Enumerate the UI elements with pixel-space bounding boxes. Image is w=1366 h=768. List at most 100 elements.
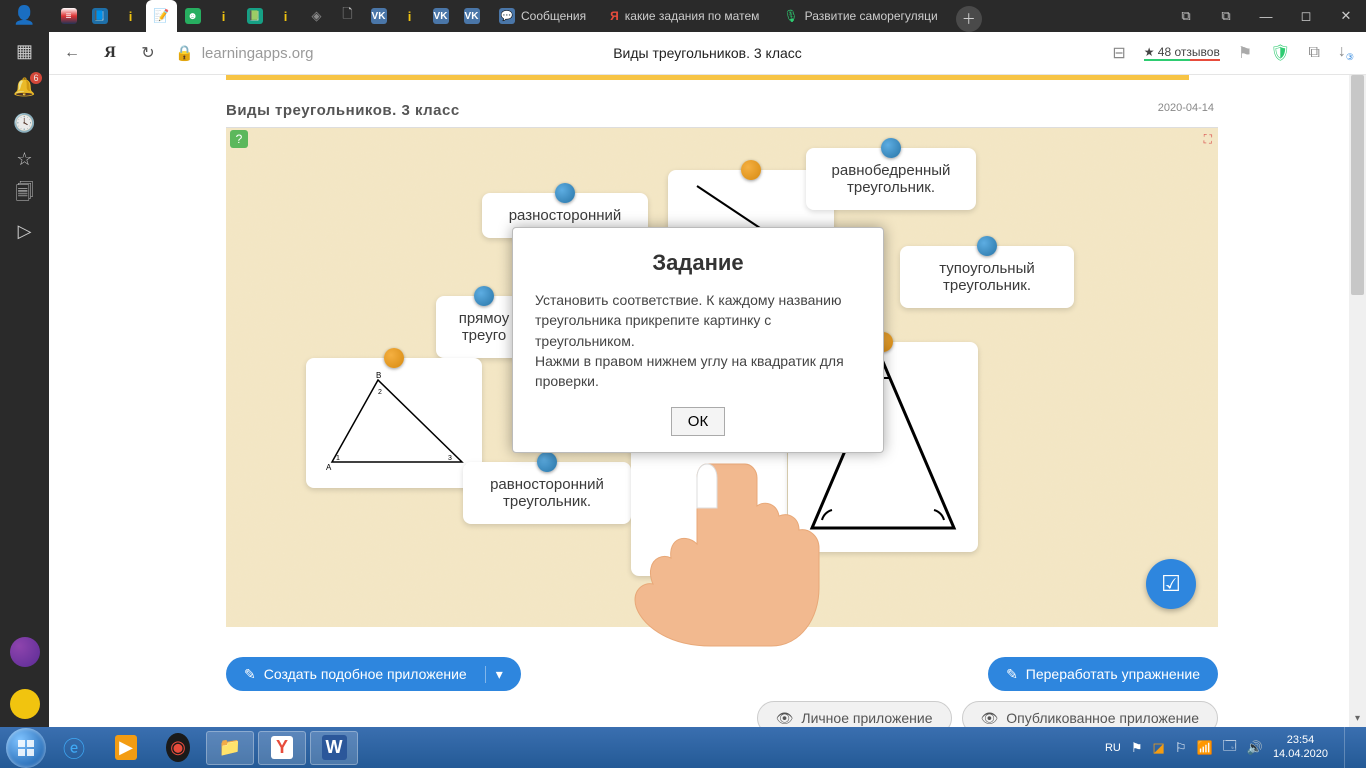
card-tupougolniy[interactable]: тупоугольный треугольник. (900, 246, 1074, 308)
tab-active[interactable]: 📝 (146, 0, 177, 32)
tab-fav-13[interactable]: VK (425, 0, 456, 32)
taskbar-media[interactable]: ▶ (102, 731, 150, 765)
window-panels-icon[interactable]: ⧉ (1166, 0, 1206, 32)
fullscreen-icon[interactable]: ⛶ (1204, 132, 1212, 147)
task-modal: Задание Установить соответствие. К каждо… (512, 227, 884, 453)
lock-icon: 🔒 (175, 44, 194, 62)
tab-fav-8[interactable]: i (270, 0, 301, 32)
tab-yandex-search[interactable]: Якакие задания по матем (598, 0, 771, 32)
tray-battery-icon[interactable]: 🗔 (1223, 737, 1237, 759)
pin-icon (474, 286, 494, 306)
pin-icon (537, 452, 557, 472)
card-triangle-left[interactable]: BAC123 (306, 358, 482, 488)
page-title: Виды треугольников. 3 класс (613, 45, 802, 61)
tray-action-icon[interactable]: ⚐ (1175, 740, 1187, 756)
tray-flag-icon[interactable]: ⚑ (1131, 740, 1143, 756)
star-icon[interactable]: ☆ (14, 148, 36, 170)
new-tab-button[interactable]: ＋ (956, 6, 982, 32)
modal-ok-button[interactable]: ОК (671, 407, 725, 436)
back-button[interactable]: ← (61, 42, 83, 64)
url-bar: ← Я ↻ 🔒 learningapps.org Виды треугольни… (49, 32, 1366, 75)
profile-icon[interactable]: 👤 (14, 4, 36, 26)
tab-fav-9[interactable]: ◈ (301, 0, 332, 32)
show-desktop-button[interactable] (1344, 727, 1356, 768)
yandex-icon[interactable] (10, 689, 40, 719)
tab-fav-2[interactable]: 📘 (84, 0, 115, 32)
shield-icon[interactable]: 🛡 (1270, 43, 1290, 63)
tray-lang[interactable]: RU (1105, 742, 1121, 754)
pin-icon (555, 183, 575, 203)
svg-text:2: 2 (378, 389, 382, 396)
card-ravnostoronniy[interactable]: равносторонний треугольник. (463, 462, 631, 524)
tab-messages[interactable]: 💬Сообщения (487, 0, 598, 32)
tab-fav-12[interactable]: i (394, 0, 425, 32)
edit-icon: ✎ (244, 666, 256, 683)
card-ravnobedrenniy[interactable]: равнобедренный треугольник. (806, 148, 976, 210)
tray-volume-icon[interactable]: 🔊 (1247, 740, 1263, 756)
translate-icon[interactable]: ⊟ (1112, 43, 1125, 63)
taskbar-explorer[interactable]: 📁 (206, 731, 254, 765)
create-similar-button[interactable]: ✎ Создать подобное приложение ▾ (226, 657, 521, 691)
tab-fav-7[interactable]: 📗 (239, 0, 270, 32)
tab-fav-6[interactable]: i (208, 0, 239, 32)
alice-icon[interactable] (10, 637, 40, 667)
taskbar-word[interactable]: W (310, 731, 358, 765)
help-icon[interactable]: ? (230, 130, 248, 148)
app-sidebar: 👤 ▦ 🔔6 🕓 ☆ 🗐 ▷ (0, 0, 49, 727)
tray-clock[interactable]: 23:54 14.04.2020 (1273, 734, 1328, 762)
tab-article[interactable]: 🎙Развитие саморегуляци (771, 0, 949, 32)
private-app-button[interactable]: 👁 Личное приложение (757, 701, 952, 727)
public-app-button[interactable]: 👁 Опубликованное приложение (962, 701, 1218, 727)
url-text: learningapps.org (202, 45, 314, 62)
extensions-icon[interactable]: ⧉ (1308, 44, 1319, 62)
page-content: Виды треугольников. 3 класс 2020-04-14 ?… (49, 75, 1366, 727)
game-canvas[interactable]: ? ⛶ разносторонний равнобедренный треуго… (226, 127, 1218, 627)
bookmark-icon[interactable]: ⚑ (1238, 43, 1252, 63)
action-bar: ✎ Создать подобное приложение ▾ ✎ Перера… (226, 657, 1218, 727)
scrollbar-thumb[interactable] (1351, 75, 1364, 295)
grid-icon[interactable]: ▦ (14, 40, 36, 62)
window-minimize-icon[interactable]: — (1246, 0, 1286, 32)
tab-fav-10[interactable]: 🗋 (332, 0, 363, 32)
tray-network-icon[interactable]: 📶 (1196, 740, 1212, 756)
svg-text:3: 3 (448, 455, 452, 462)
tab-fav-11[interactable]: VK (363, 0, 394, 32)
tab-fav-14[interactable]: VK (456, 0, 487, 32)
bell-icon[interactable]: 🔔6 (14, 76, 36, 98)
tab-fav-3[interactable]: i (115, 0, 146, 32)
rework-button[interactable]: ✎ Переработать упражнение (988, 657, 1218, 691)
play-icon[interactable]: ▷ (14, 220, 36, 242)
window-close-icon[interactable]: ✕ (1326, 0, 1366, 32)
tab-fav-1[interactable]: ≡ (53, 0, 84, 32)
start-button[interactable] (6, 728, 46, 768)
collections-icon[interactable]: 🗐 (14, 184, 36, 206)
downloads-icon[interactable]: ↓③ (1338, 43, 1354, 63)
reload-button[interactable]: ↻ (137, 42, 159, 64)
svg-text:B: B (376, 371, 381, 380)
yandex-home-icon[interactable]: Я (99, 42, 121, 64)
check-answer-button[interactable]: ☑ (1146, 559, 1196, 609)
dropdown-caret-icon[interactable]: ▾ (485, 666, 503, 683)
tray-shield-icon[interactable]: ◪ (1153, 740, 1165, 756)
svg-text:1: 1 (336, 455, 340, 462)
reviews-badge[interactable]: ★ 48 отзывов (1144, 45, 1220, 61)
system-tray: RU ⚑ ◪ ⚐ 📶 🗔 🔊 23:54 14.04.2020 (1105, 727, 1360, 768)
tab-fav-5[interactable]: ☻ (177, 0, 208, 32)
scrollbar-down-icon[interactable]: ▾ (1349, 710, 1366, 727)
windows-taskbar: ⓔ ▶ ◉ 📁 Y W RU ⚑ ◪ ⚐ 📶 🗔 🔊 23:54 14.04.2… (0, 727, 1366, 768)
pin-icon (384, 348, 404, 368)
vertical-scrollbar[interactable]: ▾ (1349, 75, 1366, 727)
history-icon[interactable]: 🕓 (14, 112, 36, 134)
taskbar-app-red[interactable]: ◉ (154, 731, 202, 765)
card-triangle-mid[interactable] (631, 432, 787, 576)
modal-body: Установить соответствие. К каждому назва… (535, 290, 861, 391)
pin-icon (881, 138, 901, 158)
window-maximize-icon[interactable]: ◻ (1286, 0, 1326, 32)
pin-icon (977, 236, 997, 256)
taskbar-yandex[interactable]: Y (258, 731, 306, 765)
taskbar-ie[interactable]: ⓔ (50, 731, 98, 765)
modal-title: Задание (535, 250, 861, 276)
window-pip-icon[interactable]: ⧉ (1206, 0, 1246, 32)
pin-icon (741, 160, 761, 180)
notification-badge: 6 (30, 72, 41, 84)
